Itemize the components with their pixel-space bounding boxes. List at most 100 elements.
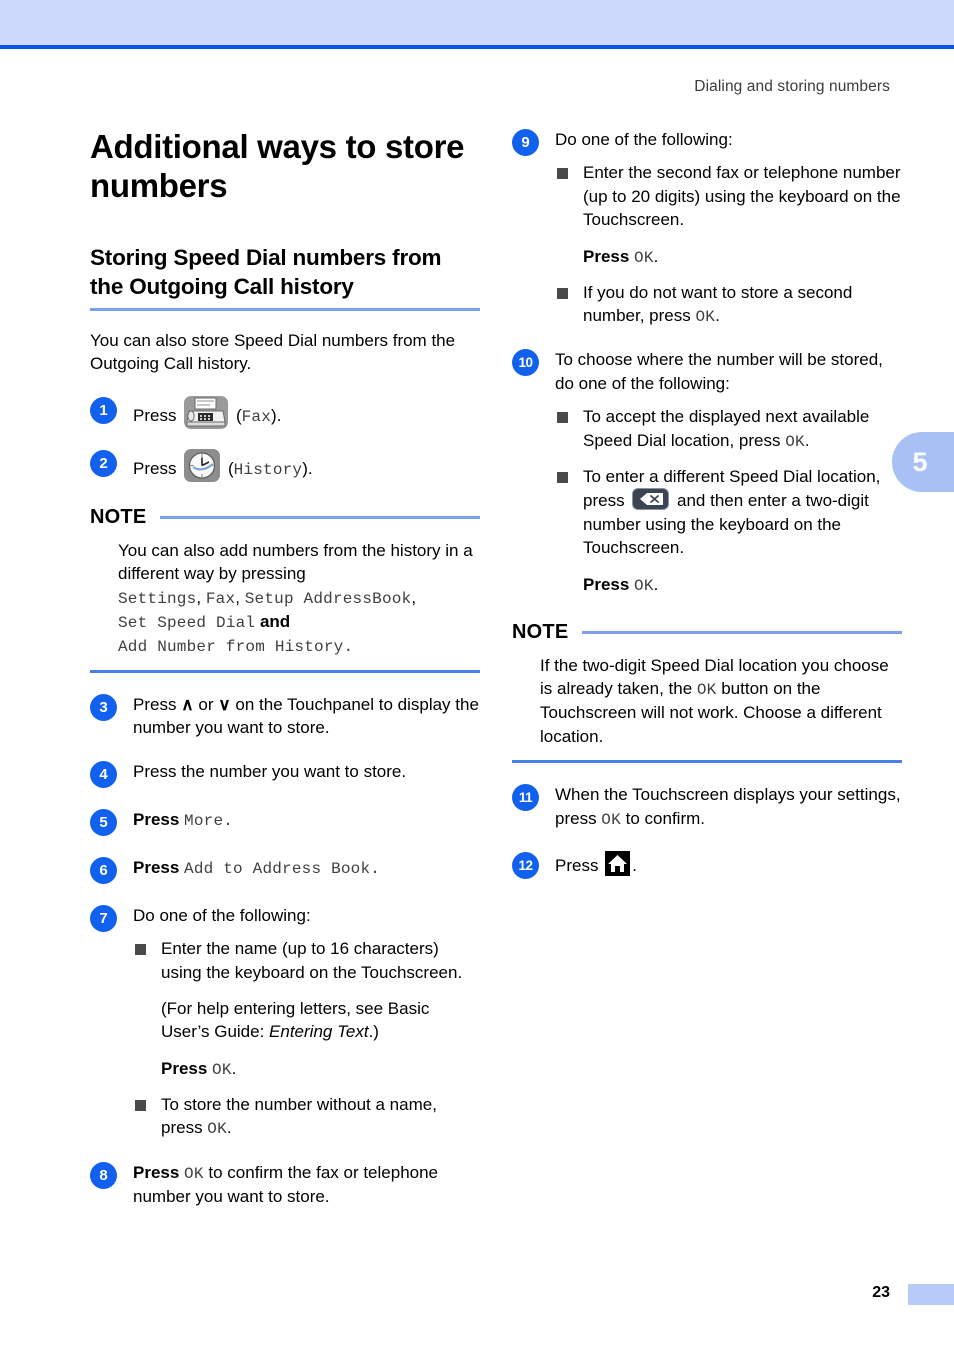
command-ok: OK bbox=[696, 681, 717, 700]
step-body: When the Touchscreen displays your setti… bbox=[555, 783, 902, 831]
bullet-sub-press: Press OK. bbox=[583, 245, 902, 269]
step-4: 4 Press the number you want to store. bbox=[90, 760, 480, 788]
note-and: and bbox=[255, 611, 291, 631]
fax-caption: (Fax). bbox=[235, 405, 282, 426]
step-number: 4 bbox=[90, 760, 117, 788]
list-item: To accept the displayed next available S… bbox=[557, 405, 902, 453]
step-number: 5 bbox=[90, 808, 117, 836]
list-item: If you do not want to store a second num… bbox=[557, 281, 902, 329]
command-ok: OK bbox=[601, 810, 621, 829]
note-mono-setup-addressbook: Setup AddressBook bbox=[244, 589, 412, 608]
step-6: 6 Press Add to Address Book. bbox=[90, 856, 480, 884]
step-lead: Do one of the following: bbox=[133, 905, 311, 925]
running-head: Dialing and storing numbers bbox=[694, 78, 890, 95]
history-clock-icon bbox=[184, 448, 221, 482]
page-title: Additional ways to store numbers bbox=[90, 128, 465, 204]
bullet-square-icon bbox=[135, 944, 146, 956]
step-number: 1 bbox=[90, 396, 117, 424]
list-item: To enter a different Speed Dial location… bbox=[557, 465, 902, 597]
note-rule bbox=[582, 630, 902, 634]
note-mono-set-speed-dial: Set Speed Dial bbox=[118, 613, 256, 632]
paren-suffix: .) bbox=[368, 1022, 379, 1042]
step-body: Press More. bbox=[133, 808, 480, 832]
section-intro: You can also store Speed Dial numbers fr… bbox=[90, 330, 456, 374]
bullet-list: Enter the name (up to 16 characters) usi… bbox=[133, 937, 480, 1140]
note-header: NOTE bbox=[90, 506, 480, 529]
command-ok: OK bbox=[634, 248, 654, 267]
press-label: Press bbox=[133, 458, 177, 478]
period: . bbox=[370, 859, 381, 878]
press-label: Press bbox=[555, 855, 604, 875]
bullet-square-icon bbox=[135, 1100, 146, 1112]
bullet-sub-paren: (For help entering letters, see Basic Us… bbox=[161, 997, 480, 1044]
bullet-text: Enter the second fax or telephone number… bbox=[583, 163, 901, 230]
list-item: To store the number without a name, pres… bbox=[135, 1093, 480, 1141]
list-item: Enter the name (up to 16 characters) usi… bbox=[135, 937, 480, 1081]
command-ok: OK bbox=[184, 1164, 204, 1183]
note-text: You can also add numbers from the histor… bbox=[118, 540, 473, 584]
bullet-square-icon bbox=[557, 412, 568, 424]
step-2: 2 Press (History). bbox=[90, 448, 480, 482]
bullet-list: Enter the second fax or telephone number… bbox=[555, 161, 902, 328]
sep: , bbox=[235, 587, 245, 607]
period: . bbox=[231, 1058, 237, 1078]
bullet-sub-press: Press OK. bbox=[161, 1057, 480, 1081]
step-9: 9 Do one of the following: Enter the sec… bbox=[512, 128, 902, 328]
bullet-text-prefix: To accept the displayed next available S… bbox=[583, 407, 870, 450]
press-label: Press bbox=[133, 405, 177, 425]
press-label: Press bbox=[161, 1058, 213, 1078]
command-ok: OK bbox=[634, 576, 654, 595]
note-mono-fax: Fax bbox=[205, 589, 236, 608]
footer-block bbox=[908, 1284, 954, 1305]
step-number: 10 bbox=[512, 349, 539, 377]
step-1: 1 Press (Fax). bbox=[90, 395, 480, 429]
chapter-tab-number: 5 bbox=[912, 446, 928, 477]
left-column: Additional ways to store numbers Storing… bbox=[90, 128, 480, 1208]
press-label: Press bbox=[583, 574, 635, 594]
step-7: 7 Do one of the following: Enter the nam… bbox=[90, 904, 480, 1141]
sep: , bbox=[411, 587, 417, 607]
section-title: Storing Speed Dial numbers from the Outg… bbox=[90, 243, 480, 311]
period: . bbox=[804, 430, 810, 450]
period: . bbox=[632, 855, 637, 875]
step-number: 6 bbox=[90, 856, 117, 884]
period: . bbox=[223, 811, 234, 830]
step-body: Press (Fax). bbox=[133, 395, 480, 429]
bullet-square-icon bbox=[557, 168, 568, 180]
period: . bbox=[653, 246, 659, 266]
step-lead: To choose where the number will be store… bbox=[555, 350, 883, 393]
command-add-to-address-book: Add to Address Book bbox=[184, 859, 371, 878]
period: . bbox=[653, 574, 659, 594]
bullet-sub-press: Press OK. bbox=[583, 573, 902, 597]
backspace-icon bbox=[632, 488, 670, 511]
bullet-square-icon bbox=[557, 471, 568, 483]
step-number: 11 bbox=[512, 784, 539, 812]
step-body: Press OK to confirm the fax or telephone… bbox=[133, 1161, 480, 1209]
sep: , bbox=[196, 587, 206, 607]
note-end: . bbox=[343, 637, 354, 656]
chevron-down-icon: ∨ bbox=[218, 694, 231, 714]
note-mono-settings: Settings bbox=[118, 589, 197, 608]
note-body: If the two-digit Speed Dial location you… bbox=[512, 654, 902, 748]
note-header: NOTE bbox=[512, 621, 902, 644]
step-number: 8 bbox=[90, 1161, 117, 1189]
step-3: 3 Press ∧ or ∨ on the Touchpanel to disp… bbox=[90, 693, 480, 740]
step-number: 9 bbox=[512, 129, 539, 156]
note-body: You can also add numbers from the histor… bbox=[90, 539, 480, 658]
press-label: Press bbox=[133, 857, 185, 877]
step-11: 11 When the Touchscreen displays your se… bbox=[512, 783, 902, 831]
step-number: 2 bbox=[90, 449, 117, 477]
step-number: 12 bbox=[512, 851, 539, 879]
step-number: 7 bbox=[90, 904, 117, 932]
header-band bbox=[0, 0, 954, 45]
step-body: To choose where the number will be store… bbox=[555, 348, 902, 596]
fax-icon bbox=[184, 395, 229, 429]
period: . bbox=[715, 306, 720, 326]
press-label: Press bbox=[133, 809, 185, 829]
note-label: NOTE bbox=[512, 620, 569, 643]
step-body: Press (History). bbox=[133, 448, 480, 482]
step-5: 5 Press More. bbox=[90, 808, 480, 836]
step-body: Press ∧ or ∨ on the Touchpanel to displa… bbox=[133, 693, 480, 740]
step-10: 10 To choose where the number will be st… bbox=[512, 348, 902, 596]
command-ok: OK bbox=[695, 308, 716, 327]
